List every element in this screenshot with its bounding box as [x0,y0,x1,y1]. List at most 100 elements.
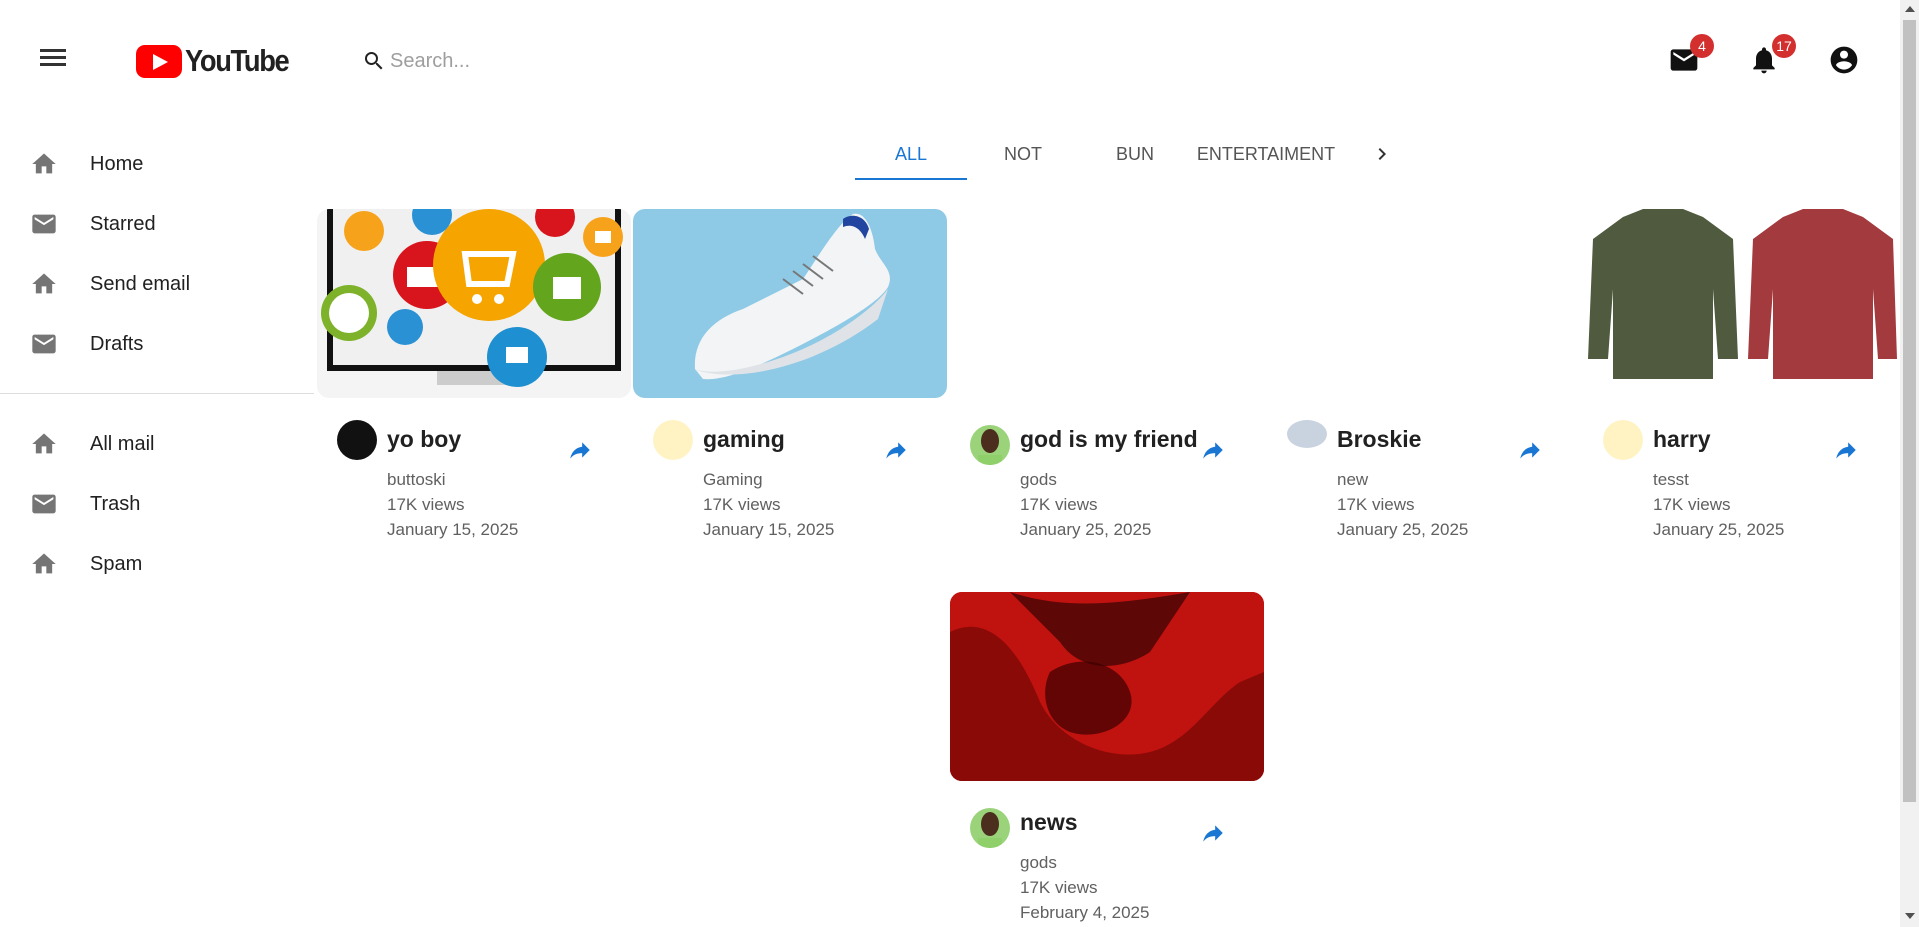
video-title[interactable]: gaming [703,426,785,453]
white-sneaker-thumbnail[interactable] [633,209,947,398]
upload-date: January 15, 2025 [703,520,835,539]
video-meta: tesst 17K views January 25, 2025 [1653,467,1784,542]
sidebar-item-label: Starred [90,212,156,235]
sidebar-item-drafts[interactable]: Drafts [0,314,314,374]
home-icon [32,433,56,454]
sidebar-item-label: Spam [90,552,143,575]
mail-button[interactable]: 4 [1668,34,1714,76]
channel-avatar[interactable] [653,420,693,460]
notifications-count-badge: 17 [1772,34,1796,58]
share-icon[interactable] [1832,437,1860,463]
channel-avatar[interactable] [970,425,1010,465]
person-avatar-art [978,812,1002,848]
share-icon[interactable] [1516,437,1544,463]
share-icon[interactable] [1199,820,1227,846]
channel-avatar[interactable] [970,808,1010,848]
sidebar-item-label: Trash [90,492,141,515]
view-count: 17K views [703,495,781,514]
blank-thumbnail[interactable] [1267,209,1581,398]
tab-all[interactable]: ALL [855,130,967,180]
share-icon[interactable] [566,437,594,463]
channel-name[interactable]: Gaming [703,467,834,492]
scrollbar-thumb[interactable] [1903,20,1916,802]
video-title[interactable]: harry [1653,426,1711,453]
view-count: 17K views [1337,495,1415,514]
view-count: 17K views [1653,495,1731,514]
sidebar-item-all-mail[interactable]: All mail [0,414,314,474]
person-avatar-art [978,429,1002,465]
channel-name[interactable]: new [1337,467,1468,492]
notifications-button[interactable]: 17 [1748,34,1796,76]
scroll-down-arrow-icon[interactable] [1905,913,1915,919]
channel-avatar[interactable] [337,420,377,460]
sidebar-item-label: Drafts [90,332,144,355]
demon-thumbnail-art [950,592,1264,781]
video-card[interactable]: news gods 17K views February 4, 2025 [950,592,1266,927]
upload-date: January 25, 2025 [1337,520,1469,539]
view-count: 17K views [387,495,465,514]
view-count: 17K views [1020,495,1098,514]
shopping-thumbnail-art [321,209,623,387]
search-bar [362,44,862,78]
account-circle-icon [1830,46,1858,74]
video-title[interactable]: god is my friend [1020,426,1198,453]
video-meta: gods 17K views February 4, 2025 [1020,850,1149,925]
channel-avatar[interactable] [1603,420,1643,460]
video-title[interactable]: yo boy [387,426,461,453]
video-title[interactable]: news [1020,809,1078,836]
upload-date: January 25, 2025 [1653,520,1785,539]
home-icon [32,153,56,174]
sidebar-divider [0,393,314,394]
top-app-bar: YouTube 4 17 [0,0,1900,122]
sidebar-item-label: Send email [90,272,191,295]
mail-count-badge: 4 [1690,34,1714,58]
sidebar-item-spam[interactable]: Spam [0,534,314,594]
category-tabs: ALL NOT BUN ENTERTAIMENT [855,130,1341,184]
video-meta: new 17K views January 25, 2025 [1337,467,1468,542]
tab-entertaiment[interactable]: ENTERTAIMENT [1191,130,1341,179]
sidebar-item-label: Home [90,152,144,175]
play-icon [136,44,182,78]
vertical-scrollbar[interactable] [1900,0,1919,927]
logo-text: YouTube [185,43,290,78]
sidebar: Home Starred Send email Drafts All mail … [0,134,314,594]
video-card[interactable]: yo boy buttoski 17K views January 15, 20… [317,209,633,549]
tab-bun[interactable]: BUN [1079,130,1191,179]
channel-avatar[interactable] [1287,420,1327,448]
youtube-logo[interactable]: YouTube [136,43,303,79]
sneaker-thumbnail-art [693,213,890,380]
tab-not[interactable]: NOT [967,130,1079,179]
video-title[interactable]: Broskie [1337,426,1421,453]
video-meta: gods 17K views January 25, 2025 [1020,467,1151,542]
blank-thumbnail[interactable] [950,209,1264,398]
sidebar-item-home[interactable]: Home [0,134,314,194]
mail-icon [32,334,56,354]
upload-date: February 4, 2025 [1020,903,1150,922]
search-input[interactable] [388,48,792,74]
video-card[interactable]: gaming Gaming 17K views January 15, 2025 [633,209,949,549]
scroll-up-arrow-icon[interactable] [1905,6,1915,12]
account-button[interactable] [1828,44,1860,76]
video-card[interactable]: harry tesst 17K views January 25, 2025 [1583,209,1899,549]
sidebar-item-trash[interactable]: Trash [0,474,314,534]
channel-name[interactable]: tesst [1653,467,1784,492]
sidebar-item-starred[interactable]: Starred [0,194,314,254]
channel-name[interactable]: gods [1020,850,1149,875]
search-icon[interactable] [362,49,386,73]
hamburger-menu-icon[interactable] [40,46,66,74]
channel-name[interactable]: gods [1020,467,1151,492]
mail-icon [32,494,56,514]
mail-icon [32,214,56,234]
share-icon[interactable] [1199,437,1227,463]
chevron-right-icon[interactable] [1370,140,1394,168]
sidebar-item-send-email[interactable]: Send email [0,254,314,314]
share-icon[interactable] [882,437,910,463]
channel-name[interactable]: buttoski [387,467,518,492]
plaid-shirts-thumbnail[interactable] [1583,209,1897,398]
red-demon-thumbnail[interactable] [950,592,1264,781]
video-card[interactable]: Broskie new 17K views January 25, 2025 [1267,209,1583,549]
upload-date: January 15, 2025 [387,520,519,539]
video-card[interactable]: god is my friend gods 17K views January … [950,209,1266,549]
shopping-icons-thumbnail[interactable] [317,209,631,398]
video-meta: Gaming 17K views January 15, 2025 [703,467,834,542]
